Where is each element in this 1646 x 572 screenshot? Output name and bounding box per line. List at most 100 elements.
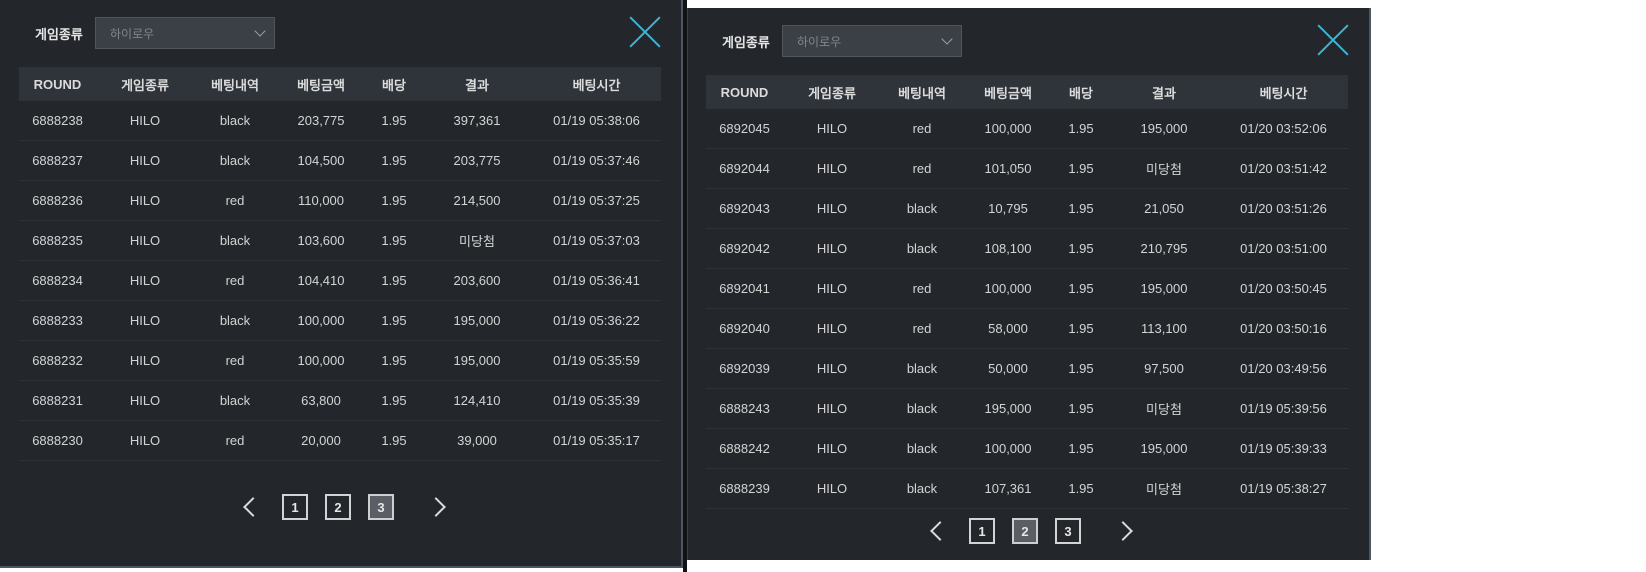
cell-round: 6888235 [19,220,96,261]
game-type-filter: 게임종류 하이로우 [35,16,275,50]
close-x-icon[interactable] [628,15,662,49]
table-row: 6892040 HILO red 58,000 1.95 113,100 01/20 03:… [706,308,1348,349]
table-row: 6888230 HILO red 20,000 1.95 39,000 01/19 05:3… [19,420,661,461]
game-type-select[interactable]: 하이로우 [782,25,962,57]
game-type-select[interactable]: 하이로우 [95,17,275,49]
cell-round: 6892044 [706,148,783,189]
cell-bet-time: 01/20 03:52:06 [1219,109,1348,149]
cell-result: 203,775 [422,140,532,181]
page-2-button[interactable]: 2 [325,494,351,520]
game-type-label: 게임종류 [722,34,770,50]
cell-bet-time: 01/20 03:51:26 [1219,188,1348,229]
bet-history-table: ROUND 게임종류 베팅내역 베팅금액 배당 결과 베팅시간 6892045 H… [706,75,1348,509]
cell-bet-amount: 100,000 [276,300,366,341]
cell-game-type: HILO [96,180,194,221]
cell-bet-amount: 10,795 [963,188,1053,229]
cell-odds: 1.95 [1053,308,1109,349]
chevron-left-icon[interactable] [930,521,950,541]
cell-round: 6892041 [706,268,783,309]
col-result: 결과 [1109,75,1219,109]
table-row: 6888236 HILO red 110,000 1.95 214,500 01/19 05… [19,180,661,221]
cell-game-type: HILO [96,340,194,381]
cell-odds: 1.95 [366,420,422,461]
cell-bet-detail: black [881,428,963,469]
cell-round: 6892039 [706,348,783,389]
cell-game-type: HILO [96,300,194,341]
cell-bet-amount: 203,775 [276,101,366,141]
cell-odds: 1.95 [1053,148,1109,189]
table-row: 6888235 HILO black 103,600 1.95 미당첨 01/19 05:3… [19,220,661,261]
cell-game-type: HILO [783,428,881,469]
cell-result: 미당첨 [1109,468,1219,509]
bet-history-panel-left: 게임종류 하이로우 ROUND 게임종류 베팅내역 베팅금액 배당 결과 베팅시… [0,0,683,568]
page-1-button[interactable]: 1 [282,494,308,520]
cell-result: 195,000 [1109,109,1219,149]
cell-game-type: HILO [783,468,881,509]
cell-bet-detail: red [194,420,276,461]
col-bet-amount: 베팅금액 [963,75,1053,109]
cell-round: 6888239 [706,468,783,509]
cell-bet-amount: 110,000 [276,180,366,221]
col-game-type: 게임종류 [96,67,194,101]
chevron-right-icon[interactable] [426,497,446,517]
page-1-button[interactable]: 1 [969,518,995,544]
cell-round: 6892040 [706,308,783,349]
cell-bet-time: 01/19 05:35:59 [532,340,661,381]
table-row: 6892043 HILO black 10,795 1.95 21,050 01/20 03… [706,188,1348,229]
game-type-filter: 게임종류 하이로우 [722,24,962,58]
cell-round: 6888242 [706,428,783,469]
cell-game-type: HILO [783,308,881,349]
col-bet-time: 베팅시간 [1219,75,1348,109]
cell-bet-time: 01/20 03:51:42 [1219,148,1348,189]
col-result: 결과 [422,67,532,101]
table-row: 6888237 HILO black 104,500 1.95 203,775 01/19 … [19,140,661,181]
col-odds: 배당 [1053,75,1109,109]
cell-bet-amount: 100,000 [963,268,1053,309]
chevron-right-icon[interactable] [1113,521,1133,541]
col-bet-amount: 베팅금액 [276,67,366,101]
pagination: 1 2 3 [925,518,1138,544]
cell-bet-detail: black [194,380,276,421]
cell-bet-time: 01/20 03:51:00 [1219,228,1348,269]
cell-bet-time: 01/19 05:36:22 [532,300,661,341]
cell-bet-detail: black [881,388,963,429]
cell-game-type: HILO [783,348,881,389]
page-2-button[interactable]: 2 [1012,518,1038,544]
cell-bet-amount: 103,600 [276,220,366,261]
cell-odds: 1.95 [1053,348,1109,389]
close-x-icon[interactable] [1316,23,1350,57]
cell-result: 195,000 [422,340,532,381]
cell-odds: 1.95 [1053,428,1109,469]
cell-game-type: HILO [783,268,881,309]
cell-bet-amount: 63,800 [276,380,366,421]
cell-bet-detail: red [881,109,963,149]
cell-odds: 1.95 [366,300,422,341]
col-round: ROUND [19,67,96,101]
pagination: 1 2 3 [238,494,451,520]
game-type-selected-value: 하이로우 [797,34,842,49]
game-type-selected-value: 하이로우 [110,26,155,41]
cell-bet-detail: red [194,180,276,221]
cell-game-type: HILO [96,380,194,421]
page-3-button[interactable]: 3 [368,494,394,520]
cell-result: 21,050 [1109,188,1219,229]
cell-bet-time: 01/20 03:50:45 [1219,268,1348,309]
cell-bet-time: 01/19 05:37:46 [532,140,661,181]
table-row: 6892044 HILO red 101,050 1.95 미당첨 01/20 03:51:… [706,148,1348,189]
cell-bet-time: 01/19 05:38:27 [1219,468,1348,509]
cell-game-type: HILO [96,140,194,181]
col-bet-detail: 베팅내역 [194,67,276,101]
chevron-down-icon [254,25,266,37]
cell-result: 210,795 [1109,228,1219,269]
cell-bet-time: 01/19 05:37:25 [532,180,661,221]
cell-bet-time: 01/19 05:35:17 [532,420,661,461]
table-header-row: ROUND 게임종류 베팅내역 베팅금액 배당 결과 베팅시간 [706,75,1348,109]
cell-odds: 1.95 [1053,388,1109,429]
chevron-left-icon[interactable] [243,497,263,517]
cell-bet-amount: 108,100 [963,228,1053,269]
cell-round: 6892042 [706,228,783,269]
table-row: 6888242 HILO black 100,000 1.95 195,000 01/19 … [706,428,1348,469]
cell-result: 214,500 [422,180,532,221]
page-3-button[interactable]: 3 [1055,518,1081,544]
col-round: ROUND [706,75,783,109]
